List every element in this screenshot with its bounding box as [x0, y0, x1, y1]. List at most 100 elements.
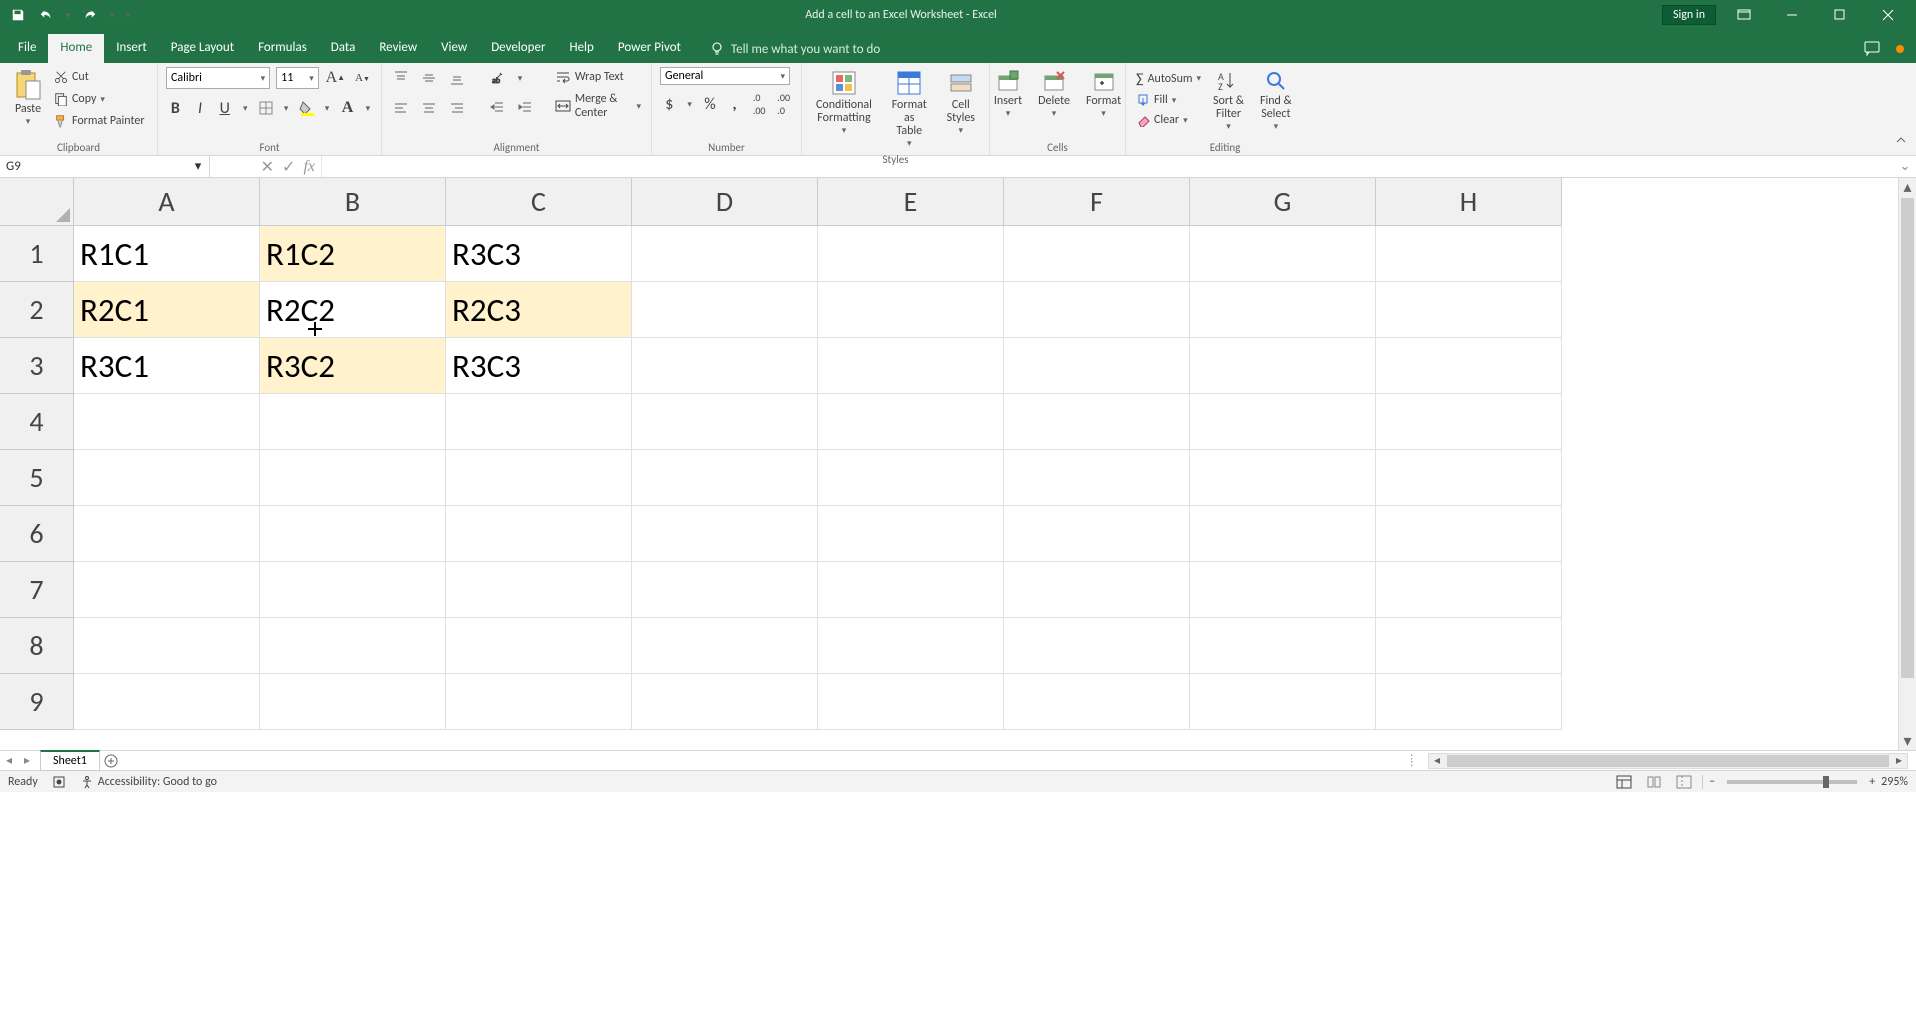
new-sheet-button[interactable] — [100, 752, 122, 770]
cell[interactable] — [818, 618, 1004, 674]
orientation-icon[interactable]: ab — [486, 67, 508, 89]
clear-button[interactable]: Clear▾ — [1134, 112, 1203, 128]
align-left-icon[interactable] — [390, 97, 412, 119]
delete-cells-button[interactable]: Delete▾ — [1032, 67, 1076, 121]
insert-function-icon[interactable]: fx — [303, 158, 315, 176]
scroll-left-icon[interactable]: ◂ — [1429, 754, 1445, 768]
font-color-button[interactable]: A — [338, 97, 357, 119]
cell[interactable] — [632, 338, 818, 394]
align-top-icon[interactable] — [390, 67, 412, 89]
copy-button[interactable]: Copy▾ — [52, 91, 147, 107]
number-format-input[interactable]: General▾ — [660, 67, 790, 85]
cell-styles-button[interactable]: Cell Styles▾ — [941, 67, 981, 138]
cell[interactable] — [446, 674, 632, 730]
column-header[interactable]: A — [74, 178, 260, 226]
horizontal-scrollbar[interactable]: ◂ ▸ — [1428, 753, 1908, 769]
cell[interactable] — [1376, 450, 1562, 506]
fill-color-button[interactable] — [297, 97, 316, 119]
close-icon[interactable] — [1868, 1, 1908, 29]
enter-formula-icon[interactable]: ✓ — [282, 157, 295, 177]
page-layout-view-button[interactable] — [1642, 773, 1666, 791]
cell[interactable] — [1376, 506, 1562, 562]
comments-icon[interactable] — [1864, 41, 1882, 57]
tab-scroll-split[interactable]: ⁞ — [1410, 754, 1420, 768]
zoom-in-button[interactable]: + — [1869, 775, 1875, 789]
tab-insert[interactable]: Insert — [104, 34, 159, 63]
cell[interactable] — [1004, 618, 1190, 674]
italic-button[interactable]: I — [191, 97, 210, 119]
cell[interactable]: R2C2 — [260, 282, 446, 338]
autosum-button[interactable]: ∑AutoSum▾ — [1134, 69, 1203, 88]
cell[interactable] — [260, 674, 446, 730]
sheet-nav-prev[interactable]: ◂ — [0, 752, 18, 770]
font-color-dropdown[interactable]: ▾ — [363, 97, 373, 119]
hscroll-thumb[interactable] — [1447, 755, 1889, 767]
accounting-dropdown[interactable]: ▾ — [685, 93, 695, 115]
column-header[interactable]: C — [446, 178, 632, 226]
tab-power-pivot[interactable]: Power Pivot — [606, 34, 693, 63]
cell[interactable] — [1190, 338, 1376, 394]
cell[interactable] — [632, 282, 818, 338]
scroll-down-icon[interactable]: ▾ — [1899, 732, 1916, 750]
cell[interactable] — [1004, 506, 1190, 562]
increase-decimal-button[interactable]: .0.00 — [750, 93, 769, 115]
decrease-indent-icon[interactable] — [486, 97, 508, 119]
borders-button[interactable] — [256, 97, 275, 119]
cell[interactable] — [1376, 562, 1562, 618]
font-size-input[interactable]: 11▾ — [276, 67, 319, 89]
minimize-icon[interactable] — [1772, 1, 1812, 29]
vscroll-thumb[interactable] — [1901, 198, 1914, 678]
font-name-input[interactable]: Calibri▾ — [166, 67, 270, 89]
underline-button[interactable]: U — [215, 97, 234, 119]
cell[interactable] — [260, 618, 446, 674]
tab-help[interactable]: Help — [557, 34, 605, 63]
row-header[interactable]: 2 — [0, 282, 74, 338]
name-box-dropdown[interactable]: ▾ — [191, 160, 205, 174]
cell[interactable] — [632, 674, 818, 730]
zoom-slider-thumb[interactable] — [1823, 776, 1829, 788]
tab-developer[interactable]: Developer — [479, 34, 557, 63]
page-break-view-button[interactable] — [1672, 773, 1696, 791]
cell[interactable] — [260, 394, 446, 450]
cell[interactable] — [446, 506, 632, 562]
redo-icon[interactable] — [78, 3, 102, 27]
cell[interactable] — [1190, 226, 1376, 282]
cell[interactable]: R3C2 — [260, 338, 446, 394]
cell[interactable] — [1376, 674, 1562, 730]
cell[interactable] — [1190, 282, 1376, 338]
status-accessibility[interactable]: Accessibility: Good to go — [98, 775, 217, 789]
cell[interactable] — [1190, 618, 1376, 674]
cell[interactable] — [446, 450, 632, 506]
paste-button[interactable]: Paste ▾ — [8, 67, 48, 129]
zoom-out-button[interactable]: − — [1709, 775, 1715, 789]
cell[interactable]: R2C3 — [446, 282, 632, 338]
cell[interactable] — [446, 562, 632, 618]
cell[interactable] — [818, 506, 1004, 562]
row-header[interactable]: 5 — [0, 450, 74, 506]
column-header[interactable]: F — [1004, 178, 1190, 226]
cell[interactable]: R3C1 — [74, 338, 260, 394]
cell[interactable] — [1376, 618, 1562, 674]
cell[interactable] — [1190, 674, 1376, 730]
row-header[interactable]: 6 — [0, 506, 74, 562]
tell-me-search[interactable]: Tell me what you want to do — [709, 41, 880, 63]
cell[interactable] — [818, 674, 1004, 730]
save-icon[interactable] — [6, 3, 30, 27]
row-header[interactable]: 1 — [0, 226, 74, 282]
align-right-icon[interactable] — [446, 97, 468, 119]
fill-button[interactable]: Fill▾ — [1134, 92, 1203, 108]
ribbon-display-options-icon[interactable] — [1724, 1, 1764, 29]
cell[interactable] — [74, 394, 260, 450]
align-bottom-icon[interactable] — [446, 67, 468, 89]
tab-file[interactable]: File — [6, 34, 48, 63]
underline-dropdown[interactable]: ▾ — [240, 97, 250, 119]
undo-icon[interactable] — [34, 3, 58, 27]
cell[interactable] — [1004, 338, 1190, 394]
redo-dropdown[interactable]: ▾ — [106, 3, 118, 27]
tab-review[interactable]: Review — [367, 34, 429, 63]
scroll-up-icon[interactable]: ▴ — [1899, 178, 1916, 196]
cancel-formula-icon[interactable]: ✕ — [261, 157, 274, 177]
cell[interactable] — [74, 618, 260, 674]
cell[interactable] — [1190, 506, 1376, 562]
insert-cells-button[interactable]: Insert▾ — [988, 67, 1028, 121]
